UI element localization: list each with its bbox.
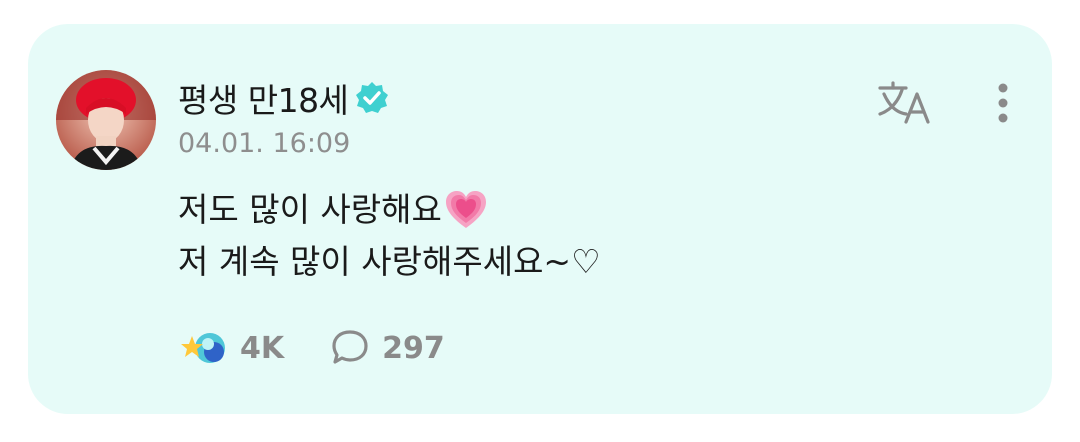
- more-options-button[interactable]: [988, 80, 1018, 126]
- more-vertical-icon: [998, 83, 1008, 123]
- verified-badge-icon: [354, 80, 390, 116]
- comment-bubble-icon: [332, 330, 368, 364]
- post-content: 저도 많이 사랑해요 저 계속 많이 사랑해주세요~♡: [178, 184, 601, 288]
- content-line-2: 저 계속 많이 사랑해주세요~♡: [178, 242, 601, 281]
- reaction-star-icon: [181, 333, 225, 363]
- post-timestamp: 04.01. 16:09: [178, 128, 351, 159]
- post-card[interactable]: 평생 만18세 04.01. 16:09 저도 많이 사랑해요 저 계속 많이 …: [28, 24, 1052, 414]
- translate-button[interactable]: [876, 78, 934, 126]
- post-stats: 4K 297: [178, 324, 445, 372]
- avatar-image: [56, 70, 156, 170]
- comment-button[interactable]: 297: [284, 328, 445, 368]
- comment-count: 297: [382, 330, 445, 366]
- author-name[interactable]: 평생 만18세: [178, 74, 349, 122]
- content-line-1: 저도 많이 사랑해요: [178, 190, 442, 229]
- reaction-count: 4K: [240, 330, 285, 366]
- translate-icon: [878, 81, 930, 124]
- reaction-button[interactable]: 4K: [178, 328, 284, 368]
- author-avatar[interactable]: [56, 70, 156, 170]
- growing-heart-emoji: [444, 190, 488, 230]
